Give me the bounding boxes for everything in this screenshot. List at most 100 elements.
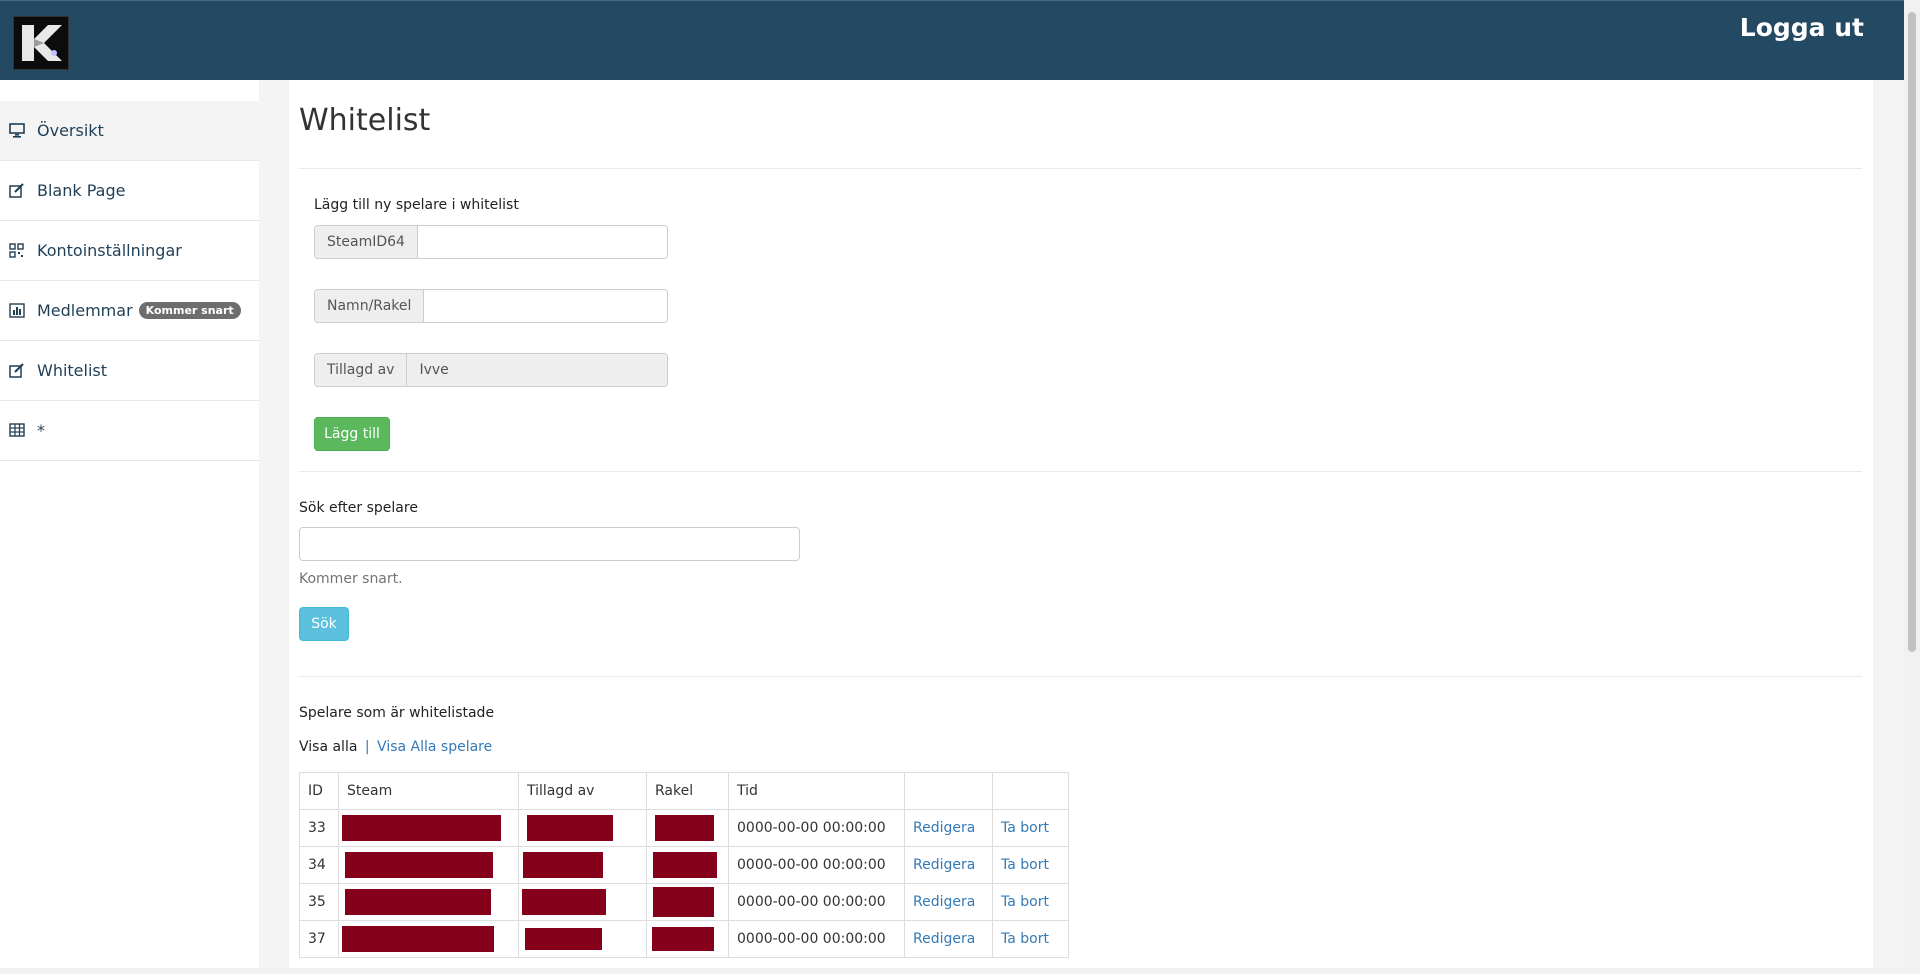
- search-button[interactable]: Sök: [299, 607, 349, 641]
- top-navbar: Logga ut: [0, 0, 1904, 81]
- row-time: 0000-00-00 00:00:00: [728, 883, 905, 921]
- sidebar-gutter: [259, 80, 289, 972]
- redacted-block: [522, 889, 606, 915]
- sidebar-item-label: Blank Page: [37, 181, 126, 200]
- redacted-block: [652, 927, 714, 951]
- column-header-delete: [992, 772, 1069, 810]
- table-header-row: ID Steam Tillagd av Rakel Tid: [299, 772, 1069, 810]
- redacted-block: [525, 928, 602, 950]
- monitor-icon: [9, 122, 27, 139]
- added-by-input: [407, 354, 667, 386]
- sidebar-item-medlemmar[interactable]: Medlemmar Kommer snart: [0, 281, 259, 341]
- delete-link[interactable]: Ta bort: [992, 846, 1069, 884]
- name-input-group: Namn/Rakel: [314, 289, 668, 323]
- edit-link[interactable]: Redigera: [904, 809, 993, 847]
- added-by-cell: [518, 883, 647, 921]
- coming-soon-badge: Kommer snart: [138, 302, 241, 319]
- divider: [299, 676, 1862, 677]
- column-header-rakel: Rakel: [646, 772, 729, 810]
- page-title: Whitelist: [299, 103, 431, 138]
- sidebar-item-kontoinstallningar[interactable]: Kontoinställningar: [0, 221, 259, 281]
- added-by-label: Tillagd av: [315, 354, 408, 386]
- table-icon: [9, 422, 27, 439]
- added-by-cell: [518, 920, 647, 958]
- steam-cell: [338, 920, 519, 958]
- column-header-time: Tid: [728, 772, 905, 810]
- edit-link[interactable]: Redigera: [904, 846, 993, 884]
- redacted-block: [655, 815, 714, 841]
- added-by-input-group: Tillagd av: [314, 353, 668, 387]
- whitelist-table: ID Steam Tillagd av Rakel Tid 33 0000-00…: [299, 772, 1069, 958]
- steamid-input-group: SteamID64: [314, 225, 668, 259]
- sidebar-item-label: Medlemmar: [37, 301, 133, 320]
- sidebar-item-oversikt[interactable]: Översikt: [0, 101, 259, 161]
- qr-icon: [9, 242, 27, 259]
- delete-link[interactable]: Ta bort: [992, 920, 1069, 958]
- delete-link[interactable]: Ta bort: [992, 809, 1069, 847]
- steamid-label: SteamID64: [315, 226, 418, 258]
- steam-cell: [338, 846, 519, 884]
- added-by-cell: [518, 846, 647, 884]
- column-header-steam: Steam: [338, 772, 519, 810]
- vertical-scrollbar[interactable]: [1904, 0, 1920, 974]
- table-row: 37 0000-00-00 00:00:00 Redigera Ta bort: [299, 920, 1069, 958]
- name-label: Namn/Rakel: [315, 290, 425, 322]
- add-form-heading: Lägg till ny spelare i whitelist: [314, 197, 519, 213]
- logo-k-icon: [14, 17, 68, 69]
- steam-cell: [338, 883, 519, 921]
- main-content: Whitelist Lägg till ny spelare i whiteli…: [289, 80, 1873, 972]
- sidebar: Översikt Blank Page Kontoinställningar M…: [0, 80, 259, 972]
- edit-link[interactable]: Redigera: [904, 920, 993, 958]
- table-row: 34 0000-00-00 00:00:00 Redigera Ta bort: [299, 846, 1069, 884]
- redacted-block: [345, 889, 491, 915]
- sidebar-item-star[interactable]: *: [0, 401, 259, 461]
- divider: [299, 168, 1862, 169]
- scrollbar-thumb[interactable]: [1908, 12, 1916, 652]
- list-heading: Spelare som är whitelistade: [299, 705, 495, 721]
- row-id: 35: [299, 883, 339, 921]
- steam-cell: [338, 809, 519, 847]
- sidebar-item-blank-page[interactable]: Blank Page: [0, 161, 259, 221]
- search-input[interactable]: [299, 527, 800, 561]
- content-right-gutter: [1873, 80, 1904, 972]
- rakel-cell: [646, 920, 729, 958]
- horizontal-scrollbar[interactable]: [0, 968, 1904, 974]
- filter-separator: |: [364, 739, 370, 755]
- site-logo[interactable]: [13, 16, 69, 70]
- redacted-block: [527, 815, 613, 841]
- redacted-block: [523, 852, 603, 878]
- delete-link[interactable]: Ta bort: [992, 883, 1069, 921]
- name-input[interactable]: [424, 290, 667, 322]
- table-row: 33 0000-00-00 00:00:00 Redigera Ta bort: [299, 809, 1069, 847]
- rakel-cell: [646, 883, 729, 921]
- table-row: 35 0000-00-00 00:00:00 Redigera Ta bort: [299, 883, 1069, 921]
- logout-link[interactable]: Logga ut: [1740, 13, 1864, 42]
- redacted-block: [342, 815, 501, 841]
- sidebar-item-whitelist[interactable]: Whitelist: [0, 341, 259, 401]
- add-button[interactable]: Lägg till: [314, 417, 390, 451]
- row-time: 0000-00-00 00:00:00: [728, 920, 905, 958]
- redacted-block: [342, 926, 494, 952]
- added-by-cell: [518, 809, 647, 847]
- search-heading: Sök efter spelare: [299, 500, 418, 516]
- row-id: 34: [299, 846, 339, 884]
- rakel-cell: [646, 809, 729, 847]
- steamid-input[interactable]: [417, 226, 667, 258]
- redacted-block: [345, 852, 493, 878]
- sidebar-item-label: Översikt: [37, 121, 104, 140]
- view-all-players-link[interactable]: Visa Alla spelare: [377, 739, 492, 755]
- column-header-id: ID: [299, 772, 339, 810]
- sidebar-item-label: Kontoinställningar: [37, 241, 182, 260]
- edit-icon: [9, 182, 27, 199]
- row-id: 37: [299, 920, 339, 958]
- view-filter: Visa alla | Visa Alla spelare: [299, 739, 492, 755]
- row-id: 33: [299, 809, 339, 847]
- redacted-block: [653, 852, 717, 878]
- sidebar-item-label: Whitelist: [37, 361, 108, 380]
- redacted-block: [653, 887, 714, 917]
- edit-link[interactable]: Redigera: [904, 883, 993, 921]
- divider: [299, 471, 1862, 472]
- edit-icon: [9, 362, 27, 379]
- bar-chart-icon: [9, 302, 27, 319]
- row-time: 0000-00-00 00:00:00: [728, 846, 905, 884]
